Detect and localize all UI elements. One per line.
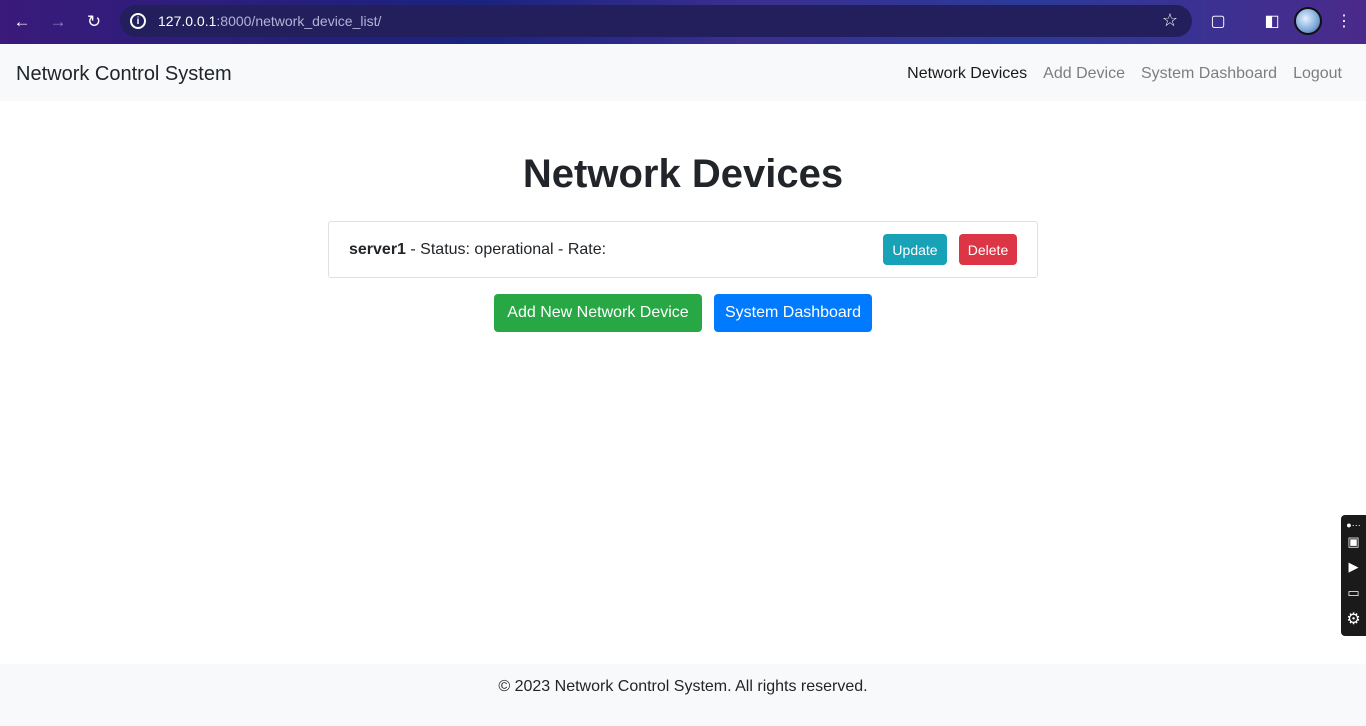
- update-button[interactable]: Update: [883, 234, 947, 265]
- window-icon[interactable]: ▭: [1344, 585, 1363, 601]
- app-navbar: Network Control System Network Devices A…: [0, 44, 1366, 101]
- nav-link-system-dashboard[interactable]: System Dashboard: [1141, 65, 1277, 83]
- recorder-widget: ●⋯ ▣ ▶ ▭ ⚙: [1341, 515, 1366, 636]
- reload-icon[interactable]: ↻: [79, 7, 109, 37]
- nav-link-add-device[interactable]: Add Device: [1043, 65, 1125, 83]
- device-name: server1: [349, 241, 406, 258]
- back-icon[interactable]: ←: [7, 7, 37, 37]
- address-bar[interactable]: i 127.0.0.1:8000/network_device_list/ ☆: [120, 5, 1192, 37]
- bookmark-star-icon[interactable]: ☆: [1162, 10, 1178, 31]
- footer-copyright: © 2023 Network Control System. All right…: [498, 678, 868, 695]
- camera-icon[interactable]: ▣: [1344, 534, 1363, 550]
- nav-link-network-devices[interactable]: Network Devices: [907, 65, 1027, 83]
- nav-links: Network Devices Add Device System Dashbo…: [907, 65, 1342, 83]
- device-info: server1 - Status: operational - Rate:: [349, 241, 606, 259]
- system-dashboard-button[interactable]: System Dashboard: [714, 294, 872, 332]
- delete-button[interactable]: Delete: [959, 234, 1017, 265]
- menu-kebab-icon[interactable]: ⋮: [1330, 7, 1358, 35]
- widget-handle-icon[interactable]: ●⋯: [1344, 517, 1363, 533]
- extensions-icon[interactable]: ▢: [1204, 7, 1232, 35]
- nav-link-logout[interactable]: Logout: [1293, 65, 1342, 83]
- side-panel-icon[interactable]: ◧: [1258, 7, 1286, 35]
- page-footer: © 2023 Network Control System. All right…: [0, 664, 1366, 726]
- forward-icon[interactable]: →: [43, 7, 73, 37]
- page-title: Network Devices: [522, 152, 844, 196]
- add-new-device-button[interactable]: Add New Network Device: [494, 294, 702, 332]
- video-icon[interactable]: ▶: [1344, 559, 1363, 575]
- url-path: :8000/network_device_list/: [216, 13, 382, 29]
- device-list-item: server1 - Status: operational - Rate: Up…: [328, 221, 1038, 278]
- device-details: - Status: operational - Rate:: [405, 241, 607, 258]
- url-host: 127.0.0.1: [158, 13, 217, 29]
- site-info-icon[interactable]: i: [130, 13, 146, 29]
- browser-toolbar: ← → ↻ i 127.0.0.1:8000/network_device_li…: [0, 0, 1366, 44]
- brand-title[interactable]: Network Control System: [16, 63, 232, 86]
- url-text[interactable]: 127.0.0.1:8000/network_device_list/: [158, 13, 381, 29]
- profile-avatar[interactable]: [1294, 7, 1322, 35]
- settings-gear-icon[interactable]: ⚙: [1344, 611, 1363, 628]
